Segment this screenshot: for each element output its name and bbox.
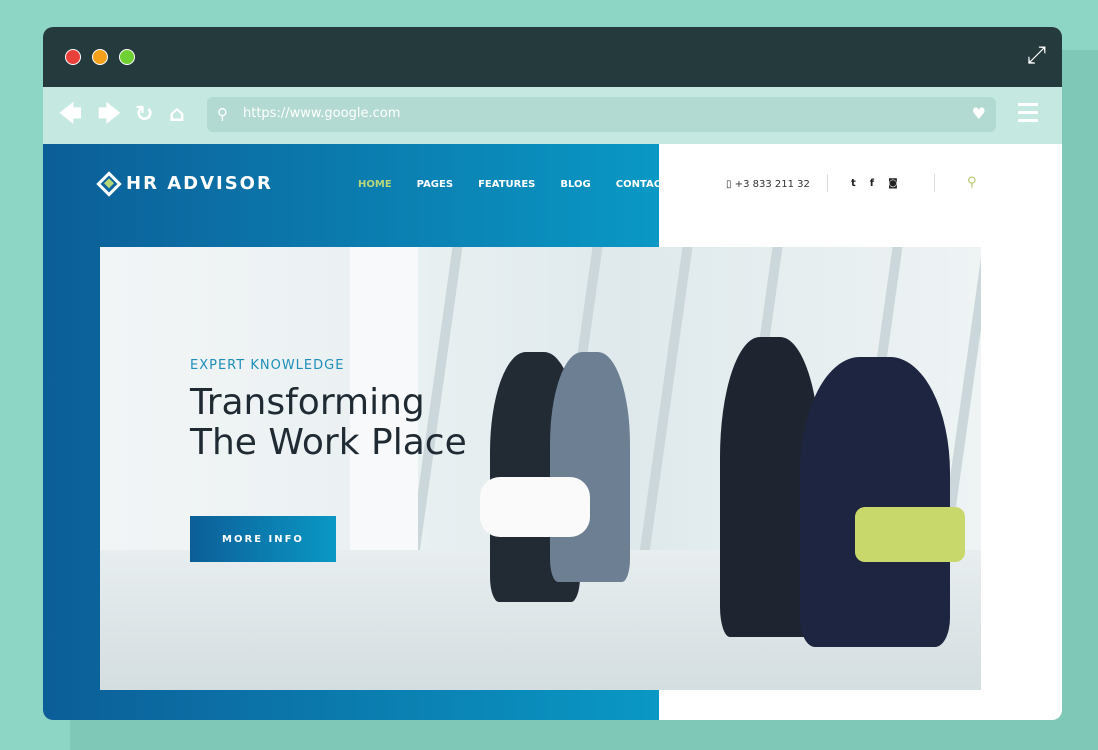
- reload-icon[interactable]: ↻: [135, 103, 153, 127]
- menu-icon[interactable]: [1018, 103, 1038, 122]
- home-icon[interactable]: ⌂: [169, 103, 185, 127]
- logo-icon: [96, 170, 122, 197]
- minimize-button[interactable]: [92, 49, 108, 65]
- forward-icon[interactable]: 🡆: [98, 103, 121, 127]
- hero-banner: EXPERT KNOWLEDGE Transforming The Work Pl…: [100, 247, 981, 690]
- facebook-icon[interactable]: f: [870, 178, 874, 189]
- photo-chair: [855, 507, 965, 562]
- twitter-icon[interactable]: t: [851, 178, 856, 189]
- maximize-button[interactable]: [119, 49, 135, 65]
- back-icon[interactable]: 🡄: [59, 103, 82, 127]
- logo[interactable]: HR ADVISOR: [96, 170, 273, 197]
- window-frame: [637, 247, 693, 567]
- title-bar: ⤢: [43, 27, 1062, 87]
- nav-pages[interactable]: PAGES: [417, 179, 453, 190]
- logo-text: HR ADVISOR: [126, 173, 273, 194]
- phone-number: +3 833 211 32: [734, 179, 810, 190]
- browser-window: ⤢ 🡄 🡆 ↻ ⌂ ⚲ https://www.google.com ♥ HR …: [43, 27, 1062, 720]
- phone-icon: ▯: [726, 179, 732, 190]
- hero-subtitle: EXPERT KNOWLEDGE: [190, 358, 345, 373]
- search-icon[interactable]: ⚲: [967, 175, 977, 190]
- nav-home[interactable]: HOME: [358, 179, 392, 190]
- social-links: t f ◙: [851, 178, 898, 189]
- fullscreen-icon[interactable]: ⤢: [1027, 43, 1046, 67]
- hero-title: Transforming The Work Place: [190, 383, 467, 463]
- nav-features[interactable]: FEATURES: [478, 179, 535, 190]
- photo-person: [550, 352, 630, 582]
- page-content: HR ADVISOR HOME PAGES FEATURES BLOG CONT…: [43, 144, 1062, 720]
- photo-chair: [480, 477, 590, 537]
- instagram-icon[interactable]: ◙: [888, 178, 898, 189]
- divider: [934, 174, 935, 192]
- main-nav: HOME PAGES FEATURES BLOG CONTACTS: [358, 179, 700, 190]
- close-button[interactable]: [65, 49, 81, 65]
- nav-contacts[interactable]: CONTACTS: [616, 179, 675, 190]
- divider: [827, 174, 828, 192]
- address-bar[interactable]: ⚲ https://www.google.com ♥: [207, 97, 996, 132]
- hero-title-line2: The Work Place: [190, 422, 467, 463]
- heart-icon[interactable]: ♥: [972, 104, 986, 123]
- phone: ▯ +3 833 211 32: [726, 179, 810, 190]
- nav-blog[interactable]: BLOG: [560, 179, 590, 190]
- photo-person: [800, 357, 950, 647]
- browser-toolbar: 🡄 🡆 ↻ ⌂ ⚲ https://www.google.com ♥: [43, 87, 1062, 144]
- search-icon: ⚲: [217, 105, 228, 123]
- more-info-button[interactable]: MORE INFO: [190, 516, 336, 562]
- url-text: https://www.google.com: [243, 106, 401, 121]
- hero-title-line1: Transforming: [190, 382, 425, 423]
